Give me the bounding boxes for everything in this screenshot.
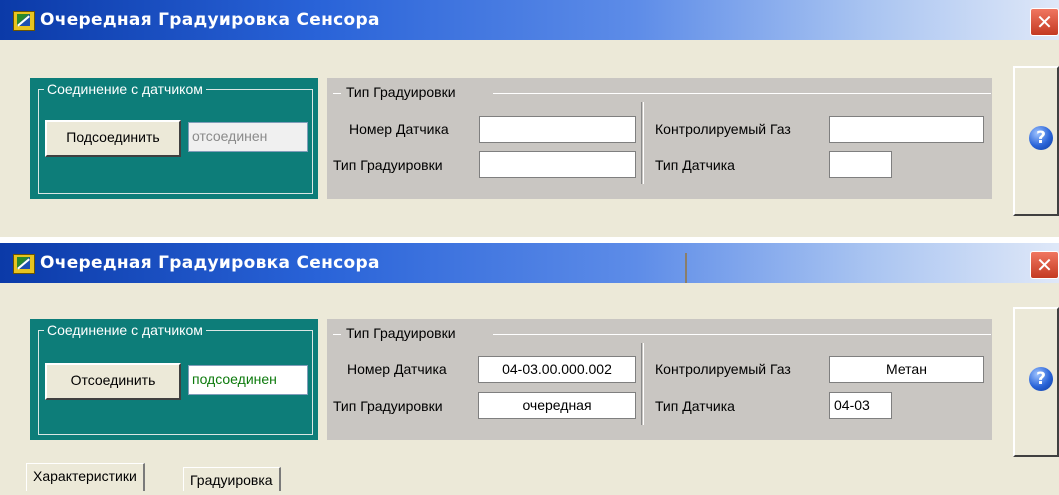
help-button[interactable]: ?: [1013, 66, 1059, 216]
controlled-gas-field[interactable]: [829, 116, 984, 143]
app-icon: [13, 11, 35, 31]
sensor-number-label: Номер Датчика: [347, 361, 447, 377]
title-bar[interactable]: Очередная Градуировка Сенсора ✕: [0, 0, 1059, 40]
frame-line: [333, 334, 341, 335]
calibration-window-connected: Очередная Градуировка Сенсора ✕ Соединен…: [0, 243, 1059, 495]
sensor-number-label: Номер Датчика: [349, 121, 449, 137]
calibration-type-field[interactable]: [479, 151, 636, 178]
controlled-gas-field[interactable]: Метан: [829, 356, 984, 383]
connection-status-field: отсоединен: [188, 122, 308, 152]
close-button[interactable]: ✕: [1030, 251, 1059, 279]
connection-legend: Соединение с датчиком: [44, 82, 206, 96]
panel-divider: [641, 343, 644, 425]
help-icon: ?: [1029, 367, 1053, 391]
calibration-type-field[interactable]: очередная: [478, 392, 636, 419]
sensor-number-field[interactable]: 04-03.00.000.002: [478, 356, 636, 383]
calibration-window-disconnected: Очередная Градуировка Сенсора ✕ Соединен…: [0, 0, 1059, 237]
app-icon: [13, 254, 35, 274]
calibration-type-label: Тип Градуировки: [333, 398, 443, 414]
window-title: Очередная Градуировка Сенсора: [40, 10, 380, 30]
frame-line: [493, 334, 991, 335]
help-button[interactable]: ?: [1013, 307, 1059, 457]
panel-divider: [641, 102, 644, 184]
calibration-type-legend: Тип Градуировки: [343, 326, 459, 340]
connection-legend: Соединение с датчиком: [44, 323, 206, 337]
disconnect-button[interactable]: Отсоединить: [45, 363, 181, 400]
sensor-type-field[interactable]: [829, 151, 892, 178]
close-button[interactable]: ✕: [1030, 8, 1059, 36]
sensor-number-field[interactable]: [479, 116, 636, 143]
window-title: Очередная Градуировка Сенсора: [40, 253, 380, 273]
controlled-gas-label: Контролируемый Газ: [655, 121, 791, 137]
title-separator: [685, 253, 687, 283]
tab-calibration[interactable]: Градуировка: [183, 467, 281, 491]
sensor-type-label: Тип Датчика: [655, 157, 735, 173]
frame-line: [493, 93, 991, 94]
sensor-type-field[interactable]: 04-03: [829, 392, 892, 419]
title-bar[interactable]: Очередная Градуировка Сенсора ✕: [0, 243, 1059, 283]
calibration-type-legend: Тип Градуировки: [343, 85, 459, 99]
help-icon: ?: [1029, 126, 1053, 150]
sensor-type-label: Тип Датчика: [655, 398, 735, 414]
connection-status-field: подсоединен: [188, 365, 308, 395]
tab-characteristics[interactable]: Характеристики: [26, 463, 145, 491]
calibration-type-label: Тип Градуировки: [333, 157, 443, 173]
frame-line: [333, 93, 341, 94]
controlled-gas-label: Контролируемый Газ: [655, 361, 791, 377]
connect-button[interactable]: Подсоединить: [45, 120, 181, 157]
